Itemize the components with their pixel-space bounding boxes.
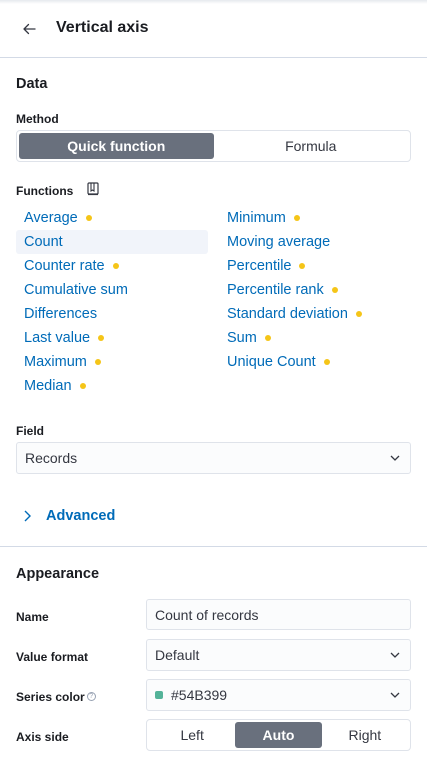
method-label: Method <box>16 112 59 126</box>
function-label: Maximum <box>24 354 87 370</box>
function-label: Standard deviation <box>227 306 348 322</box>
value-format-select[interactable]: Default <box>146 639 411 671</box>
series-color-picker[interactable]: #54B399 <box>146 679 411 711</box>
warning-dot-icon <box>293 215 300 221</box>
function-label: Count <box>24 234 63 250</box>
page-title: Vertical axis <box>56 19 149 36</box>
value-format-value: Default <box>155 647 200 663</box>
function-label: Differences <box>24 306 98 322</box>
advanced-label: Advanced <box>46 508 116 524</box>
axis-side-left-button[interactable]: Left <box>149 722 235 748</box>
series-color-value: #54B399 <box>171 687 228 703</box>
method-toggle: Quick function Formula <box>16 130 411 162</box>
function-item[interactable]: Median <box>16 374 86 398</box>
axis-side-toggle: Left Auto Right <box>146 719 411 751</box>
chevron-down-icon <box>390 455 400 461</box>
appearance-section-title: Appearance <box>16 566 100 582</box>
chevron-down-icon <box>390 652 400 658</box>
field-label: Field <box>16 424 45 438</box>
advanced-toggle[interactable]: Advanced <box>20 508 115 524</box>
function-item[interactable]: Differences <box>16 302 97 326</box>
function-item[interactable]: Maximum <box>16 350 101 374</box>
function-label: Sum <box>227 330 257 346</box>
name-label: Name <box>16 610 49 624</box>
flyout-header: Vertical axis <box>0 0 427 58</box>
function-label: Average <box>24 210 78 226</box>
series-color-label-wrap: Series color? <box>16 690 96 704</box>
function-item[interactable]: Percentile rank <box>219 278 338 302</box>
warning-dot-icon <box>355 311 362 317</box>
warning-dot-icon <box>299 263 306 269</box>
axis-side-label: Axis side <box>16 730 69 744</box>
function-item[interactable]: Last value <box>16 326 105 350</box>
documentation-icon[interactable] <box>86 182 100 196</box>
axis-side-right-button[interactable]: Right <box>322 722 408 748</box>
help-icon[interactable]: ? <box>86 692 96 701</box>
function-label: Unique Count <box>227 354 316 370</box>
warning-dot-icon <box>323 359 330 365</box>
function-item[interactable]: Percentile <box>219 254 306 278</box>
warning-dot-icon <box>85 215 92 221</box>
back-button[interactable] <box>18 18 40 40</box>
function-item[interactable]: Count <box>16 230 208 254</box>
section-divider <box>0 546 427 547</box>
function-label: Median <box>24 378 72 394</box>
field-select-value: Records <box>25 450 78 466</box>
name-input[interactable]: Count of records <box>146 599 411 630</box>
method-quick-function-button[interactable]: Quick function <box>19 133 214 159</box>
name-input-value: Count of records <box>155 606 259 623</box>
warning-dot-icon <box>331 287 338 293</box>
warning-dot-icon <box>79 383 86 389</box>
function-label: Percentile rank <box>227 282 324 298</box>
data-section-title: Data <box>16 76 48 92</box>
chevron-right-icon <box>24 510 31 522</box>
function-label: Cumulative sum <box>24 282 128 298</box>
function-label: Moving average <box>227 234 331 250</box>
warning-dot-icon <box>98 335 105 341</box>
warning-dot-icon <box>264 335 271 341</box>
chevron-down-icon <box>390 692 400 698</box>
value-format-label: Value format <box>16 650 89 664</box>
function-item[interactable]: Counter rate <box>16 254 119 278</box>
function-item[interactable]: Unique Count <box>219 350 330 374</box>
function-item[interactable]: Moving average <box>219 230 330 254</box>
function-label: Minimum <box>227 210 286 226</box>
function-label: Last value <box>24 330 91 346</box>
function-item[interactable]: Average <box>16 206 92 230</box>
method-formula-button[interactable]: Formula <box>214 133 409 159</box>
series-color-label: Series color <box>16 690 85 704</box>
function-item[interactable]: Sum <box>219 326 271 350</box>
function-label: Percentile <box>227 258 292 274</box>
axis-side-auto-button[interactable]: Auto <box>235 722 322 748</box>
function-item[interactable]: Standard deviation <box>219 302 362 326</box>
function-label: Counter rate <box>24 258 105 274</box>
color-swatch <box>155 691 163 699</box>
warning-dot-icon <box>94 359 101 365</box>
arrow-left-icon <box>23 23 36 35</box>
field-select[interactable]: Records <box>16 442 411 474</box>
function-item[interactable]: Minimum <box>219 206 300 230</box>
function-item[interactable]: Cumulative sum <box>16 278 128 302</box>
warning-dot-icon <box>112 263 119 269</box>
functions-label: Functions <box>16 184 74 198</box>
